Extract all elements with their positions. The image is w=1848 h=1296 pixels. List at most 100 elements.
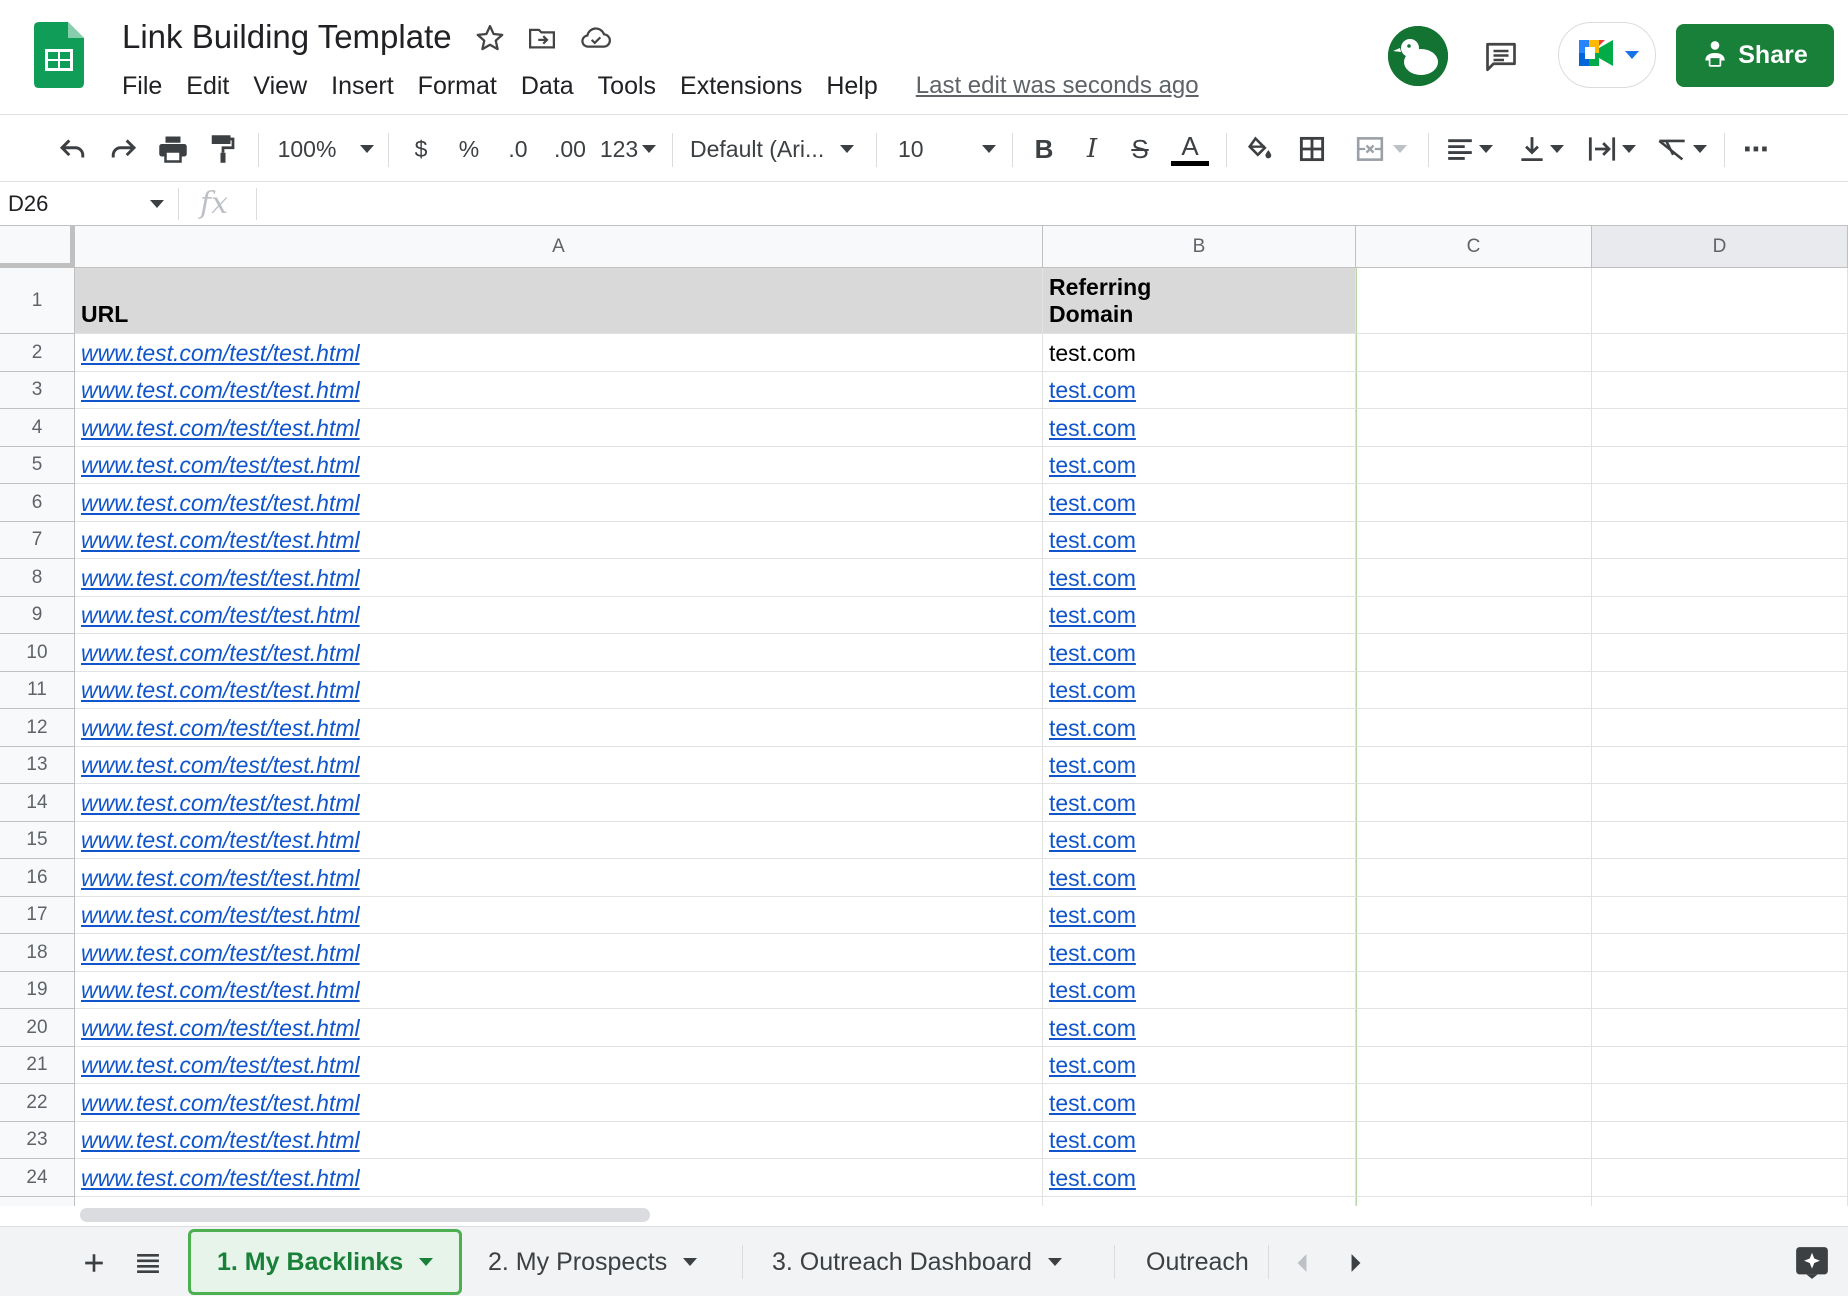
share-button[interactable]: Share xyxy=(1676,24,1834,87)
url-link[interactable]: www.test.com/test/test.html xyxy=(81,677,360,704)
cell[interactable] xyxy=(1592,1047,1848,1084)
text-wrap-icon[interactable] xyxy=(1582,115,1642,183)
url-link[interactable]: www.test.com/test/test.html xyxy=(81,865,360,892)
referring-domain-cell[interactable]: test.com xyxy=(1043,1122,1356,1159)
referring-domain-cell[interactable]: test.com xyxy=(1043,822,1356,859)
document-title[interactable]: Link Building Template xyxy=(122,18,452,56)
cell[interactable] xyxy=(1592,484,1848,522)
cell[interactable] xyxy=(1356,1009,1592,1047)
column-header-d[interactable]: D xyxy=(1592,226,1848,268)
url-link[interactable]: www.test.com/test/test.html xyxy=(81,602,360,629)
row-header[interactable]: 22 xyxy=(0,1084,75,1122)
cell[interactable] xyxy=(75,1197,1043,1206)
url-link[interactable]: www.test.com/test/test.html xyxy=(81,715,360,742)
print-icon[interactable] xyxy=(152,115,194,183)
url-cell[interactable]: www.test.com/test/test.html xyxy=(75,972,1043,1009)
cell[interactable] xyxy=(1592,822,1848,859)
url-cell[interactable]: www.test.com/test/test.html xyxy=(75,784,1043,822)
cell[interactable] xyxy=(1356,559,1592,597)
url-link[interactable]: www.test.com/test/test.html xyxy=(81,1165,360,1192)
url-cell[interactable]: www.test.com/test/test.html xyxy=(75,372,1043,409)
add-sheet-icon[interactable] xyxy=(72,1241,116,1285)
vertical-align-icon[interactable] xyxy=(1512,115,1572,183)
cell[interactable] xyxy=(1592,268,1848,334)
cell[interactable] xyxy=(1592,897,1848,934)
cell[interactable] xyxy=(1356,522,1592,559)
cell[interactable] xyxy=(1592,559,1848,597)
url-cell[interactable]: www.test.com/test/test.html xyxy=(75,522,1043,559)
sheet-tab-my-backlinks[interactable]: 1. My Backlinks xyxy=(188,1229,463,1295)
cell[interactable] xyxy=(1592,522,1848,559)
row-header[interactable]: 17 xyxy=(0,897,75,934)
cell[interactable] xyxy=(1356,1084,1592,1122)
menu-extensions[interactable]: Extensions xyxy=(668,72,814,101)
cell[interactable] xyxy=(1592,972,1848,1009)
referring-domain-cell[interactable]: test.com xyxy=(1043,1047,1356,1084)
number-format-select[interactable]: 123 xyxy=(598,115,658,183)
cell[interactable] xyxy=(1592,1009,1848,1047)
avatar[interactable] xyxy=(1388,26,1448,86)
url-cell[interactable]: www.test.com/test/test.html xyxy=(75,934,1043,972)
cloud-saved-icon[interactable] xyxy=(578,20,614,56)
menu-data[interactable]: Data xyxy=(509,72,586,101)
row-header[interactable]: 3 xyxy=(0,372,75,409)
menu-tools[interactable]: Tools xyxy=(586,72,668,101)
domain-link[interactable]: test.com xyxy=(1049,1165,1136,1192)
cell[interactable] xyxy=(1592,1084,1848,1122)
domain-link[interactable]: test.com xyxy=(1049,490,1136,517)
cell[interactable] xyxy=(1592,372,1848,409)
referring-domain-cell[interactable]: test.com xyxy=(1043,784,1356,822)
referring-domain-cell[interactable]: test.com xyxy=(1043,859,1356,897)
cell[interactable] xyxy=(1592,934,1848,972)
domain-link[interactable]: test.com xyxy=(1049,940,1136,967)
url-link[interactable]: www.test.com/test/test.html xyxy=(81,827,360,854)
cell[interactable] xyxy=(1043,1197,1356,1206)
domain-link[interactable]: test.com xyxy=(1049,602,1136,629)
cell[interactable] xyxy=(1592,634,1848,672)
last-edit-link[interactable]: Last edit was seconds ago xyxy=(916,72,1199,100)
domain-link[interactable]: test.com xyxy=(1049,377,1136,404)
cell[interactable] xyxy=(1356,597,1592,634)
referring-domain-cell[interactable]: test.com xyxy=(1043,334,1356,372)
cell[interactable] xyxy=(1356,447,1592,484)
cell[interactable] xyxy=(1592,747,1848,784)
referring-domain-cell[interactable]: test.com xyxy=(1043,447,1356,484)
row-header[interactable]: 5 xyxy=(0,447,75,484)
row-header[interactable]: 21 xyxy=(0,1047,75,1084)
domain-link[interactable]: test.com xyxy=(1049,790,1136,817)
url-cell[interactable]: www.test.com/test/test.html xyxy=(75,447,1043,484)
referring-domain-cell[interactable]: test.com xyxy=(1043,709,1356,747)
url-link[interactable]: www.test.com/test/test.html xyxy=(81,752,360,779)
url-cell[interactable]: www.test.com/test/test.html xyxy=(75,709,1043,747)
increase-decimal-button[interactable]: .00 xyxy=(548,115,592,183)
referring-domain-cell[interactable]: test.com xyxy=(1043,409,1356,447)
explore-icon[interactable] xyxy=(1790,1241,1834,1285)
referring-domain-cell[interactable]: test.com xyxy=(1043,897,1356,934)
cell[interactable] xyxy=(1356,334,1592,372)
cell[interactable] xyxy=(1592,409,1848,447)
url-link[interactable]: www.test.com/test/test.html xyxy=(81,1052,360,1079)
cell[interactable] xyxy=(1356,822,1592,859)
url-link[interactable]: www.test.com/test/test.html xyxy=(81,902,360,929)
row-header[interactable]: 9 xyxy=(0,597,75,634)
url-link[interactable]: www.test.com/test/test.html xyxy=(81,415,360,442)
decrease-decimal-button[interactable]: .0 xyxy=(498,115,538,183)
domain-link[interactable]: test.com xyxy=(1049,452,1136,479)
cell[interactable] xyxy=(1356,747,1592,784)
domain-link[interactable]: test.com xyxy=(1049,977,1136,1004)
font-family-select[interactable]: Default (Ari... xyxy=(690,115,860,183)
referring-domain-cell[interactable]: test.com xyxy=(1043,1009,1356,1047)
header-cell-url[interactable]: URL xyxy=(75,268,1043,334)
menu-view[interactable]: View xyxy=(241,72,319,101)
comment-icon[interactable] xyxy=(1476,32,1526,82)
column-header-b[interactable]: B xyxy=(1043,226,1356,268)
align-left-icon[interactable] xyxy=(1440,115,1500,183)
row-header[interactable]: 1 xyxy=(0,268,75,334)
cell[interactable] xyxy=(1592,709,1848,747)
more-options-icon[interactable]: ⋯ xyxy=(1736,115,1776,183)
sheets-logo-icon[interactable] xyxy=(34,22,84,88)
referring-domain-cell[interactable]: test.com xyxy=(1043,747,1356,784)
url-link[interactable]: www.test.com/test/test.html xyxy=(81,640,360,667)
cell[interactable] xyxy=(1356,709,1592,747)
referring-domain-cell[interactable]: test.com xyxy=(1043,522,1356,559)
